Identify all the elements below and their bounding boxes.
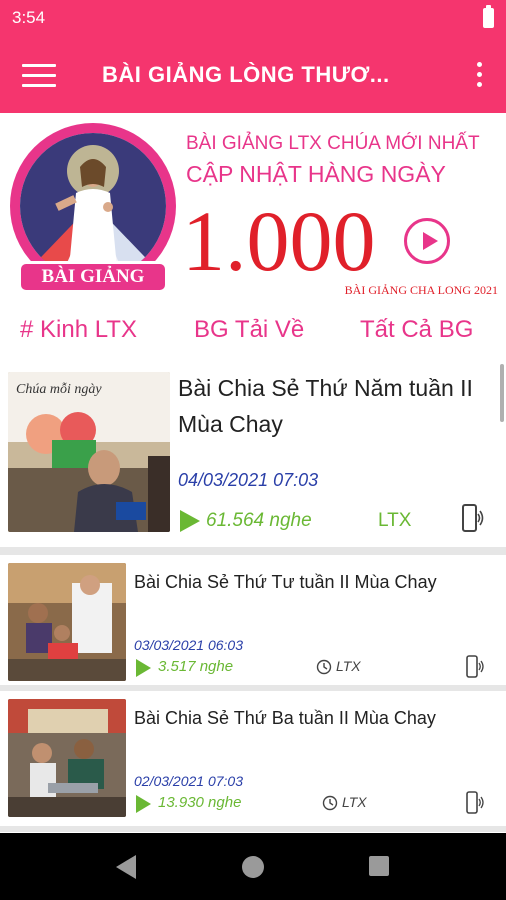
play-icon[interactable] [136, 795, 151, 813]
menu-icon[interactable] [22, 64, 58, 88]
list-item[interactable]: Chúa mỗi ngày Bài Chia Sẻ Thứ Năm tuần I… [0, 362, 506, 544]
more-vert-icon[interactable] [474, 62, 484, 90]
sermon-date: 02/03/2021 07:03 [134, 773, 243, 789]
sermon-author: LTX [342, 794, 367, 810]
tab-tat-ca-bg[interactable]: Tất Cả BG [360, 316, 473, 344]
sermon-date: 04/03/2021 07:03 [178, 470, 319, 490]
recent-apps-icon[interactable] [369, 856, 389, 876]
list-item[interactable]: Bài Chia Sẻ Thứ Ba tuần II Mùa Chay 02/0… [0, 691, 506, 826]
sermon-title: Bài Chia Sẻ Thứ Năm tuần II Mùa Chay [178, 375, 473, 437]
banner-headline: BÀI GIẢNG LTX CHÚA MỚI NHẤT [186, 133, 480, 154]
clock-icon [316, 659, 332, 675]
thumbnail-caption: Chúa mỗi ngày [16, 382, 102, 397]
promo-banner: BÀI GIẢNG BÀI GIẢNG LTX CHÚA MỚI NHẤT CẬ… [0, 113, 506, 303]
tab-bg-tai-ve[interactable]: BG Tải Về [194, 316, 304, 344]
sermon-author: LTX [378, 510, 412, 531]
sermon-title: Bài Chia Sẻ Thứ Ba tuần II Mùa Chay [134, 708, 436, 728]
sermon-thumbnail [8, 699, 126, 817]
play-icon[interactable] [136, 659, 151, 677]
phone-audio-icon[interactable] [466, 655, 484, 679]
scrollbar[interactable] [500, 364, 504, 422]
battery-icon [483, 5, 494, 28]
play-count: 61.564 nghe [206, 510, 312, 531]
play-count: 3.517 nghe [158, 658, 234, 675]
list-item[interactable]: Bài Chia Sẻ Thứ Tư tuần II Mùa Chay 03/0… [0, 555, 506, 685]
sermon-author: LTX [336, 658, 361, 674]
home-icon[interactable] [242, 856, 264, 878]
category-tabs: # Kinh LTX BG Tải Về Tất Cả BG [0, 316, 506, 356]
jesus-image [20, 133, 166, 279]
banner-subheadline: CẬP NHẬT HÀNG NGÀY [186, 161, 446, 187]
logo-label: BÀI GIẢNG [18, 261, 168, 293]
banner-count: 1.000 [182, 193, 376, 289]
sermon-date: 03/03/2021 06:03 [134, 637, 243, 653]
play-circle-icon[interactable] [404, 218, 450, 264]
app-bar: BÀI GIẢNG LÒNG THƯƠ... [0, 38, 506, 113]
status-time: 3:54 [12, 8, 46, 27]
back-icon[interactable] [116, 855, 136, 879]
system-nav-bar [0, 833, 506, 900]
phone-audio-icon[interactable] [466, 791, 484, 815]
sermon-thumbnail [8, 563, 126, 681]
play-icon[interactable] [180, 510, 200, 532]
banner-footer: BÀI GIẢNG CHA LONG 2021 [344, 283, 498, 297]
tab-kinh-ltx[interactable]: # Kinh LTX [20, 316, 137, 344]
clock-icon [322, 795, 338, 811]
phone-audio-icon[interactable] [462, 504, 484, 534]
list-divider [0, 826, 506, 832]
play-count: 13.930 nghe [158, 794, 242, 811]
app-logo: BÀI GIẢNG [10, 123, 176, 293]
list-divider [0, 547, 506, 555]
sermon-thumbnail: Chúa mỗi ngày [8, 372, 170, 532]
sermon-title: Bài Chia Sẻ Thứ Tư tuần II Mùa Chay [134, 572, 437, 592]
app-title: BÀI GIẢNG LÒNG THƯƠ... [102, 62, 390, 87]
sermon-list: Chúa mỗi ngày Bài Chia Sẻ Thứ Năm tuần I… [0, 362, 506, 832]
status-bar: 3:54 [0, 0, 506, 38]
